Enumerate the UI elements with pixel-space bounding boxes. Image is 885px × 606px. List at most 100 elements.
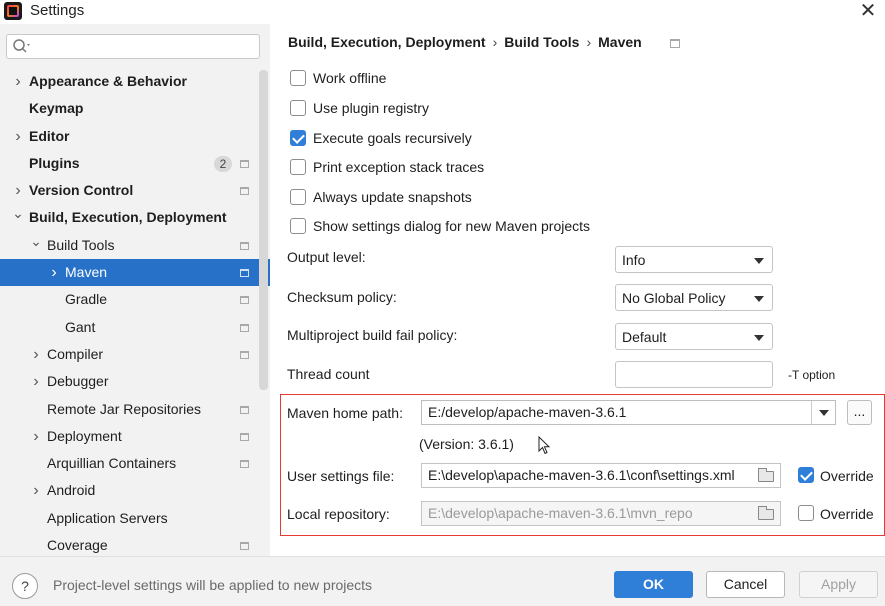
local-repo-override-label: Override <box>820 506 874 522</box>
sidebar-item-label: Build Tools <box>47 236 115 253</box>
search-input[interactable] <box>6 34 260 59</box>
sidebar-item[interactable]: › Debugger <box>0 368 270 395</box>
checkbox[interactable] <box>290 70 306 86</box>
chevron-right-icon[interactable]: › <box>12 68 24 95</box>
checkbox[interactable] <box>290 100 306 116</box>
sidebar-item[interactable]: › Deployment <box>0 423 270 450</box>
project-settings-icon <box>240 460 249 469</box>
user-settings-input[interactable]: E:\develop\apache-maven-3.6.1\conf\setti… <box>421 463 781 488</box>
checkbox-label: Execute goals recursively <box>313 130 472 146</box>
project-settings-icon <box>240 187 249 196</box>
close-icon[interactable]: ✕ <box>856 0 880 21</box>
local-repo-value: E:\develop\apache-maven-3.6.1\mvn_repo <box>428 505 693 521</box>
sidebar-item[interactable]: Gant <box>0 314 270 341</box>
output-level-select[interactable]: Info <box>615 246 773 273</box>
user-settings-label: User settings file: <box>287 468 395 484</box>
sidebar-item[interactable]: Application Servers <box>0 505 270 532</box>
sidebar-item-label: Editor <box>29 127 70 144</box>
project-settings-icon <box>670 39 680 48</box>
thread-count-input[interactable] <box>615 361 773 388</box>
maven-version: (Version: 3.6.1) <box>419 436 514 452</box>
folder-icon[interactable] <box>758 468 774 482</box>
sidebar-item-label: Plugins <box>29 154 80 171</box>
sidebar-item[interactable]: › Editor <box>0 123 270 150</box>
chevron-right-icon[interactable]: › <box>12 123 24 150</box>
sidebar-item[interactable]: › Android <box>0 477 270 504</box>
sidebar-item-label: Maven <box>65 264 108 281</box>
sidebar-item[interactable]: › Version Control <box>0 177 270 204</box>
checksum-policy-select[interactable]: No Global Policy <box>615 284 773 311</box>
breadcrumb-item: Maven <box>598 34 642 50</box>
help-icon[interactable]: ? <box>12 573 38 599</box>
maven-home-select[interactable]: E:/develop/apache-maven-3.6.1 <box>421 400 836 425</box>
sidebar-item[interactable]: ⌄ Build Tools <box>0 232 270 259</box>
sidebar-item-label: Remote Jar Repositories <box>47 400 202 417</box>
sidebar-item-label: Version Control <box>29 182 134 199</box>
project-settings-icon <box>240 159 249 168</box>
chevron-right-icon[interactable]: › <box>30 341 42 368</box>
sidebar-item-label: Keymap <box>29 100 84 117</box>
user-settings-override-checkbox[interactable] <box>798 467 814 483</box>
sidebar-item[interactable]: Remote Jar Repositories <box>0 396 270 423</box>
chevron-down-icon[interactable]: ⌄ <box>12 200 24 227</box>
checkbox-label: Print exception stack traces <box>313 159 485 175</box>
sidebar-item[interactable]: Plugins 2 <box>0 150 270 177</box>
intellij-logo-icon <box>4 2 22 20</box>
chevron-right-icon[interactable]: › <box>30 423 42 450</box>
cancel-button[interactable]: Cancel <box>706 571 785 598</box>
checkbox-label: Use plugin registry <box>313 100 429 116</box>
breadcrumb: Build, Execution, Deployment › Build Tools… <box>288 34 642 50</box>
project-settings-icon <box>240 296 249 305</box>
folder-icon <box>758 506 774 520</box>
sidebar-item[interactable]: › Compiler <box>0 341 270 368</box>
project-settings-icon <box>240 350 249 359</box>
local-repo-input: E:\develop\apache-maven-3.6.1\mvn_repo <box>421 501 781 526</box>
chevron-right-icon[interactable]: › <box>30 368 42 395</box>
project-settings-icon <box>240 542 249 551</box>
apply-button[interactable]: Apply <box>799 571 878 598</box>
local-repo-label: Local repository: <box>287 506 390 522</box>
chevron-down-icon <box>754 335 764 341</box>
checkbox[interactable] <box>290 218 306 234</box>
chevron-down-icon[interactable] <box>811 401 835 424</box>
sidebar-item[interactable]: Keymap <box>0 95 270 122</box>
settings-tree: › Appearance & Behavior Keymap › Editor Plugi… <box>0 68 270 559</box>
chevron-right-icon: › <box>492 34 498 50</box>
sidebar-item-label: Coverage <box>47 537 108 554</box>
multiproject-policy-select[interactable]: Default <box>615 323 773 350</box>
sidebar-scrollbar[interactable] <box>259 70 268 390</box>
breadcrumb-item: Build Tools <box>504 34 580 50</box>
checkbox-label: Always update snapshots <box>313 189 472 205</box>
sidebar-item[interactable]: › Appearance & Behavior <box>0 68 270 95</box>
footer-hint: Project-level settings will be applied t… <box>53 577 373 593</box>
sidebar-item-label: Compiler <box>47 345 104 362</box>
chevron-right-icon[interactable]: › <box>48 259 60 286</box>
chevron-down-icon[interactable]: ⌄ <box>30 228 42 255</box>
checkbox[interactable] <box>290 189 306 205</box>
multiproject-policy-label: Multiproject build fail policy: <box>287 327 458 343</box>
sidebar: › Appearance & Behavior Keymap › Editor Plugi… <box>0 24 270 556</box>
output-level-label: Output level: <box>287 249 366 265</box>
sidebar-item-label: Deployment <box>47 427 122 444</box>
title-bar: Settings ✕ <box>0 0 885 24</box>
checkbox[interactable] <box>290 159 306 175</box>
chevron-down-icon <box>754 258 764 264</box>
ok-button[interactable]: OK <box>614 571 693 598</box>
checkbox[interactable] <box>290 130 306 146</box>
sidebar-item-label: Gant <box>65 318 96 335</box>
window-title: Settings <box>30 2 85 19</box>
sidebar-item[interactable]: Arquillian Containers <box>0 450 270 477</box>
sidebar-item[interactable]: › Maven <box>0 259 270 287</box>
project-settings-icon <box>240 323 249 332</box>
project-settings-icon <box>240 269 249 278</box>
sidebar-item-label: Debugger <box>47 373 109 390</box>
browse-button[interactable]: ... <box>847 400 872 425</box>
local-repo-override-checkbox[interactable] <box>798 505 814 521</box>
checksum-policy-value: No Global Policy <box>622 290 726 306</box>
chevron-right-icon[interactable]: › <box>30 477 42 504</box>
sidebar-item[interactable]: Gradle <box>0 286 270 313</box>
checksum-policy-label: Checksum policy: <box>287 289 397 305</box>
breadcrumb-item: Build, Execution, Deployment <box>288 34 486 50</box>
chevron-right-icon: › <box>586 34 592 50</box>
project-settings-icon <box>240 241 249 250</box>
